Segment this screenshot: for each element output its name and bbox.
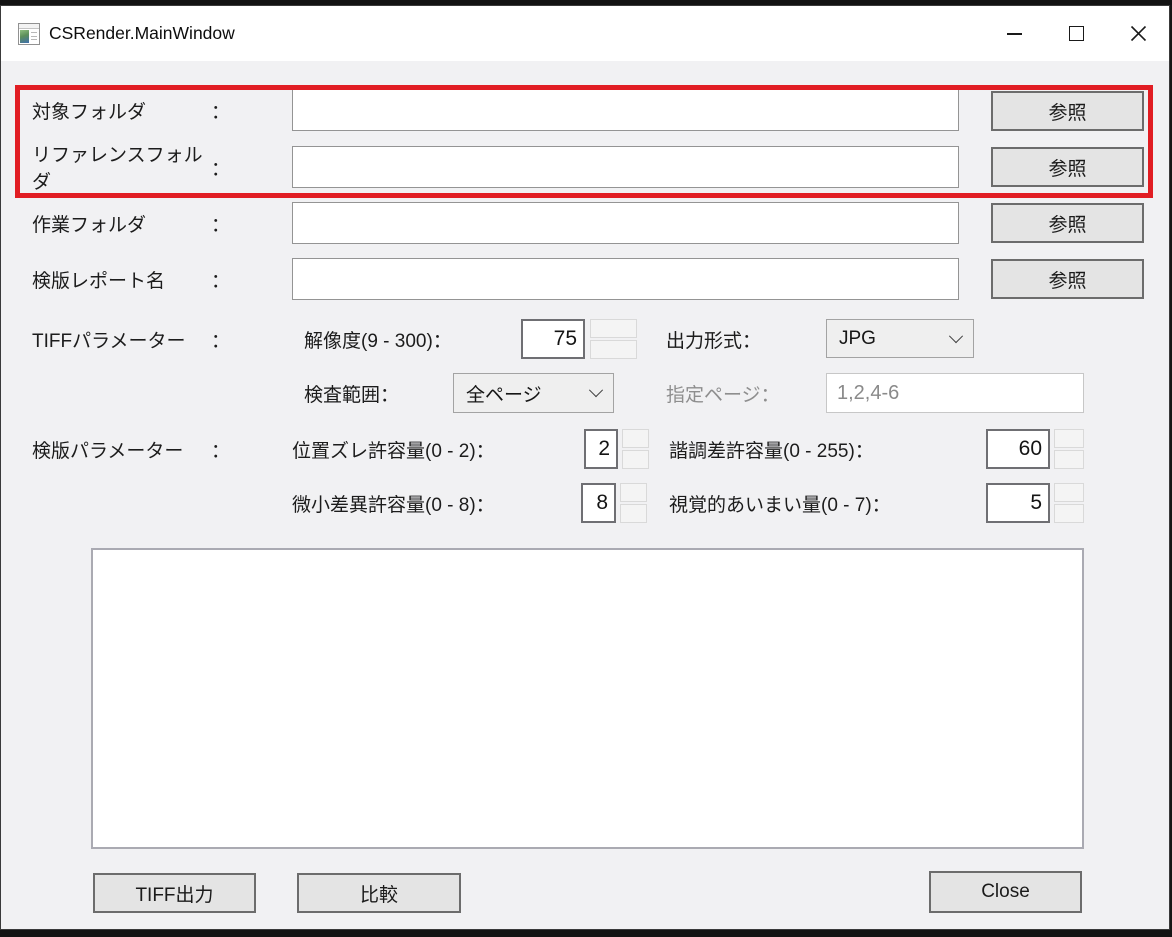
- compare-button[interactable]: 比較: [297, 873, 461, 913]
- resolution-spin-up-button[interactable]: [590, 319, 637, 338]
- target-folder-label: 対象フォルダ：: [32, 89, 230, 131]
- position-spin-up-button[interactable]: [622, 429, 649, 448]
- app-window-icon: [18, 23, 40, 45]
- visual-fuzziness-input[interactable]: [986, 483, 1050, 523]
- desktop-background-bottom: [0, 930, 1172, 937]
- minimize-icon: [1007, 33, 1022, 35]
- close-icon: [1129, 24, 1148, 43]
- position-tolerance-spinner: [622, 429, 649, 469]
- position-tolerance-input[interactable]: [584, 429, 618, 469]
- report-name-input[interactable]: [292, 258, 959, 300]
- work-folder-label: 作業フォルダ：: [32, 202, 230, 244]
- tone-tolerance-input[interactable]: [986, 429, 1050, 469]
- work-folder-browse-button[interactable]: 参照: [991, 203, 1144, 243]
- visual-spin-up-button[interactable]: [1054, 483, 1084, 502]
- minor-diff-spin-down-button[interactable]: [620, 504, 647, 523]
- scan-range-label: 検査範囲：: [304, 373, 399, 413]
- main-window: CSRender.MainWindow 対象フォルダ： 参照 リファレンスフォル…: [0, 5, 1170, 930]
- visual-fuzziness-label: 視覚的あいまい量(0 - 7)：: [669, 483, 891, 523]
- minimize-button[interactable]: [983, 6, 1045, 61]
- target-folder-browse-button[interactable]: 参照: [991, 91, 1144, 131]
- inspect-params-section-label: 検版パラメーター：: [32, 429, 230, 469]
- page-spec-input: [826, 373, 1084, 413]
- minor-diff-tolerance-label: 微小差異許容量(0 - 8)：: [292, 483, 495, 523]
- target-folder-input[interactable]: [292, 89, 959, 131]
- visual-fuzziness-spinner: [1054, 483, 1084, 523]
- position-spin-down-button[interactable]: [622, 450, 649, 469]
- window-title: CSRender.MainWindow: [49, 23, 235, 44]
- close-button[interactable]: Close: [929, 871, 1082, 913]
- resolution-label: 解像度(9 - 300)：: [304, 319, 452, 359]
- titlebar[interactable]: CSRender.MainWindow: [1, 6, 1169, 61]
- resolution-spin-down-button[interactable]: [590, 340, 637, 359]
- minor-diff-tolerance-input[interactable]: [581, 483, 616, 523]
- resolution-spinner: [590, 319, 637, 359]
- minor-diff-spinner: [620, 483, 647, 523]
- log-output-area[interactable]: [91, 548, 1084, 849]
- tone-tolerance-spinner: [1054, 429, 1084, 469]
- tiff-params-section-label: TIFFパラメーター：: [32, 319, 230, 359]
- tone-tolerance-label: 諧調差許容量(0 - 255)：: [669, 429, 874, 469]
- visual-spin-down-button[interactable]: [1054, 504, 1084, 523]
- minor-diff-spin-up-button[interactable]: [620, 483, 647, 502]
- tiff-output-button[interactable]: TIFF出力: [93, 873, 256, 913]
- reference-folder-label: リファレンスフォルダ：: [32, 146, 230, 188]
- report-name-label: 検版レポート名：: [32, 258, 230, 300]
- work-folder-input[interactable]: [292, 202, 959, 244]
- client-area: 対象フォルダ： 参照 リファレンスフォルダ： 参照 作業フォルダ： 参照 検版レ…: [1, 61, 1169, 929]
- chevron-down-icon: [949, 329, 963, 343]
- output-format-select[interactable]: JPG: [826, 319, 974, 358]
- reference-folder-input[interactable]: [292, 146, 959, 188]
- page-spec-label: 指定ページ：: [666, 373, 780, 413]
- resolution-input[interactable]: [521, 319, 585, 359]
- maximize-icon: [1069, 26, 1084, 41]
- position-tolerance-label: 位置ズレ許容量(0 - 2)：: [292, 429, 495, 469]
- caption-buttons: [983, 6, 1169, 61]
- report-name-browse-button[interactable]: 参照: [991, 259, 1144, 299]
- output-format-label: 出力形式：: [666, 319, 761, 359]
- tone-spin-up-button[interactable]: [1054, 429, 1084, 448]
- maximize-button[interactable]: [1045, 6, 1107, 61]
- reference-folder-browse-button[interactable]: 参照: [991, 147, 1144, 187]
- tone-spin-down-button[interactable]: [1054, 450, 1084, 469]
- close-window-button[interactable]: [1107, 6, 1169, 61]
- scan-range-select[interactable]: 全ページ: [453, 373, 614, 413]
- chevron-down-icon: [589, 383, 603, 397]
